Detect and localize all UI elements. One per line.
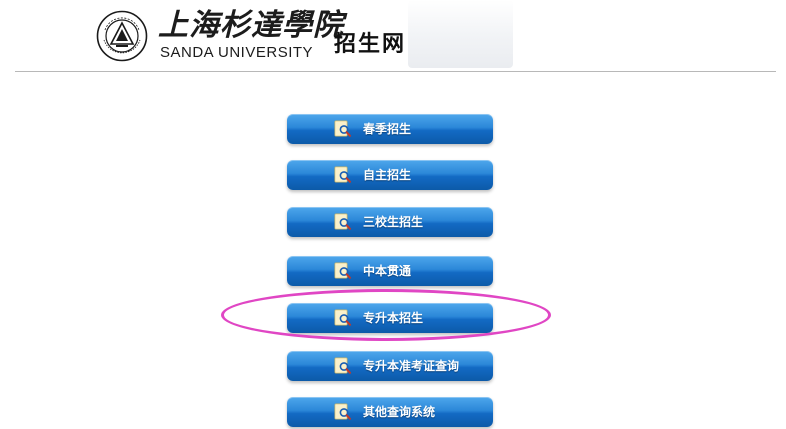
admission-menu: 春季招生 自主招生 三校生招生 中本贯通 专升本招生 专升本准考证查询 其他查询… bbox=[0, 0, 786, 429]
menu-button-other-query-systems[interactable]: 其他查询系统 bbox=[287, 397, 493, 427]
menu-button-upgrade-admission[interactable]: 专升本招生 bbox=[287, 303, 493, 333]
document-search-icon bbox=[334, 403, 351, 420]
menu-button-three-school-admission[interactable]: 三校生招生 bbox=[287, 207, 493, 237]
document-search-icon bbox=[334, 120, 351, 137]
menu-button-label: 专升本招生 bbox=[363, 311, 424, 325]
menu-button-label: 自主招生 bbox=[363, 168, 412, 182]
menu-button-upgrade-admission-ticket-query[interactable]: 专升本准考证查询 bbox=[287, 351, 493, 381]
document-search-icon bbox=[334, 262, 351, 279]
menu-button-independent-admission[interactable]: 自主招生 bbox=[287, 160, 493, 190]
document-search-icon bbox=[334, 213, 351, 230]
menu-button-label: 专升本准考证查询 bbox=[363, 359, 460, 373]
menu-button-label: 其他查询系统 bbox=[363, 405, 436, 419]
document-search-icon bbox=[334, 166, 351, 183]
menu-button-label: 春季招生 bbox=[363, 122, 412, 136]
menu-button-label: 三校生招生 bbox=[363, 215, 424, 229]
menu-button-label: 中本贯通 bbox=[363, 264, 412, 278]
menu-button-secondary-undergrad-program[interactable]: 中本贯通 bbox=[287, 256, 493, 286]
menu-button-spring-admission[interactable]: 春季招生 bbox=[287, 114, 493, 144]
document-search-icon bbox=[334, 357, 351, 374]
document-search-icon bbox=[334, 309, 351, 326]
